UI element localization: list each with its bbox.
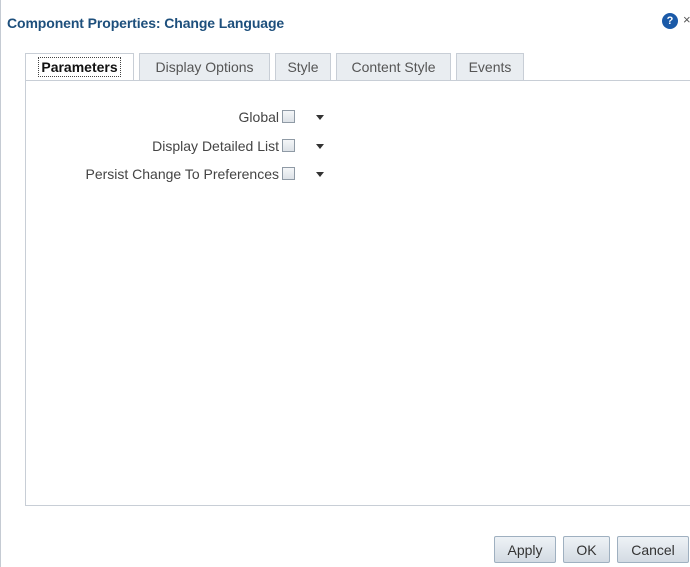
cancel-button[interactable]: Cancel: [617, 536, 689, 563]
tab-events[interactable]: Events: [456, 53, 524, 80]
global-checkbox[interactable]: [282, 110, 295, 123]
chevron-down-icon[interactable]: [316, 144, 324, 149]
dialog-header: Component Properties: Change Language ? …: [1, 0, 690, 44]
tab-label: Display Options: [155, 59, 254, 75]
parameters-panel: Global Display Detailed List Persist Cha…: [25, 80, 690, 506]
tab-style[interactable]: Style: [275, 53, 331, 80]
help-icon[interactable]: ?: [662, 13, 678, 29]
parameter-row-persist-change: Persist Change To Preferences: [26, 165, 690, 183]
dialog-title: Component Properties: Change Language: [7, 15, 285, 31]
tab-label: Parameters: [38, 57, 121, 77]
chevron-down-icon[interactable]: [316, 115, 324, 120]
tab-label: Style: [287, 59, 319, 75]
close-icon[interactable]: ×: [683, 12, 690, 27]
parameter-row-global: Global: [26, 108, 690, 126]
parameter-label: Display Detailed List: [152, 138, 279, 154]
component-properties-dialog: Component Properties: Change Language ? …: [0, 0, 690, 567]
tab-label: Content Style: [351, 59, 436, 75]
apply-button[interactable]: Apply: [494, 536, 556, 563]
parameter-row-display-detailed-list: Display Detailed List: [26, 137, 690, 155]
chevron-down-icon[interactable]: [316, 172, 324, 177]
tab-label: Events: [468, 59, 512, 75]
persist-change-checkbox[interactable]: [282, 167, 295, 180]
parameter-label: Global: [238, 109, 279, 125]
ok-button[interactable]: OK: [563, 536, 610, 563]
display-detailed-list-checkbox[interactable]: [282, 139, 295, 152]
parameter-label: Persist Change To Preferences: [85, 166, 279, 182]
tab-bar: Parameters Display Options Style Content…: [25, 53, 690, 81]
tab-content-style[interactable]: Content Style: [336, 53, 451, 80]
tab-display-options[interactable]: Display Options: [139, 53, 270, 80]
tab-parameters[interactable]: Parameters: [25, 53, 134, 81]
